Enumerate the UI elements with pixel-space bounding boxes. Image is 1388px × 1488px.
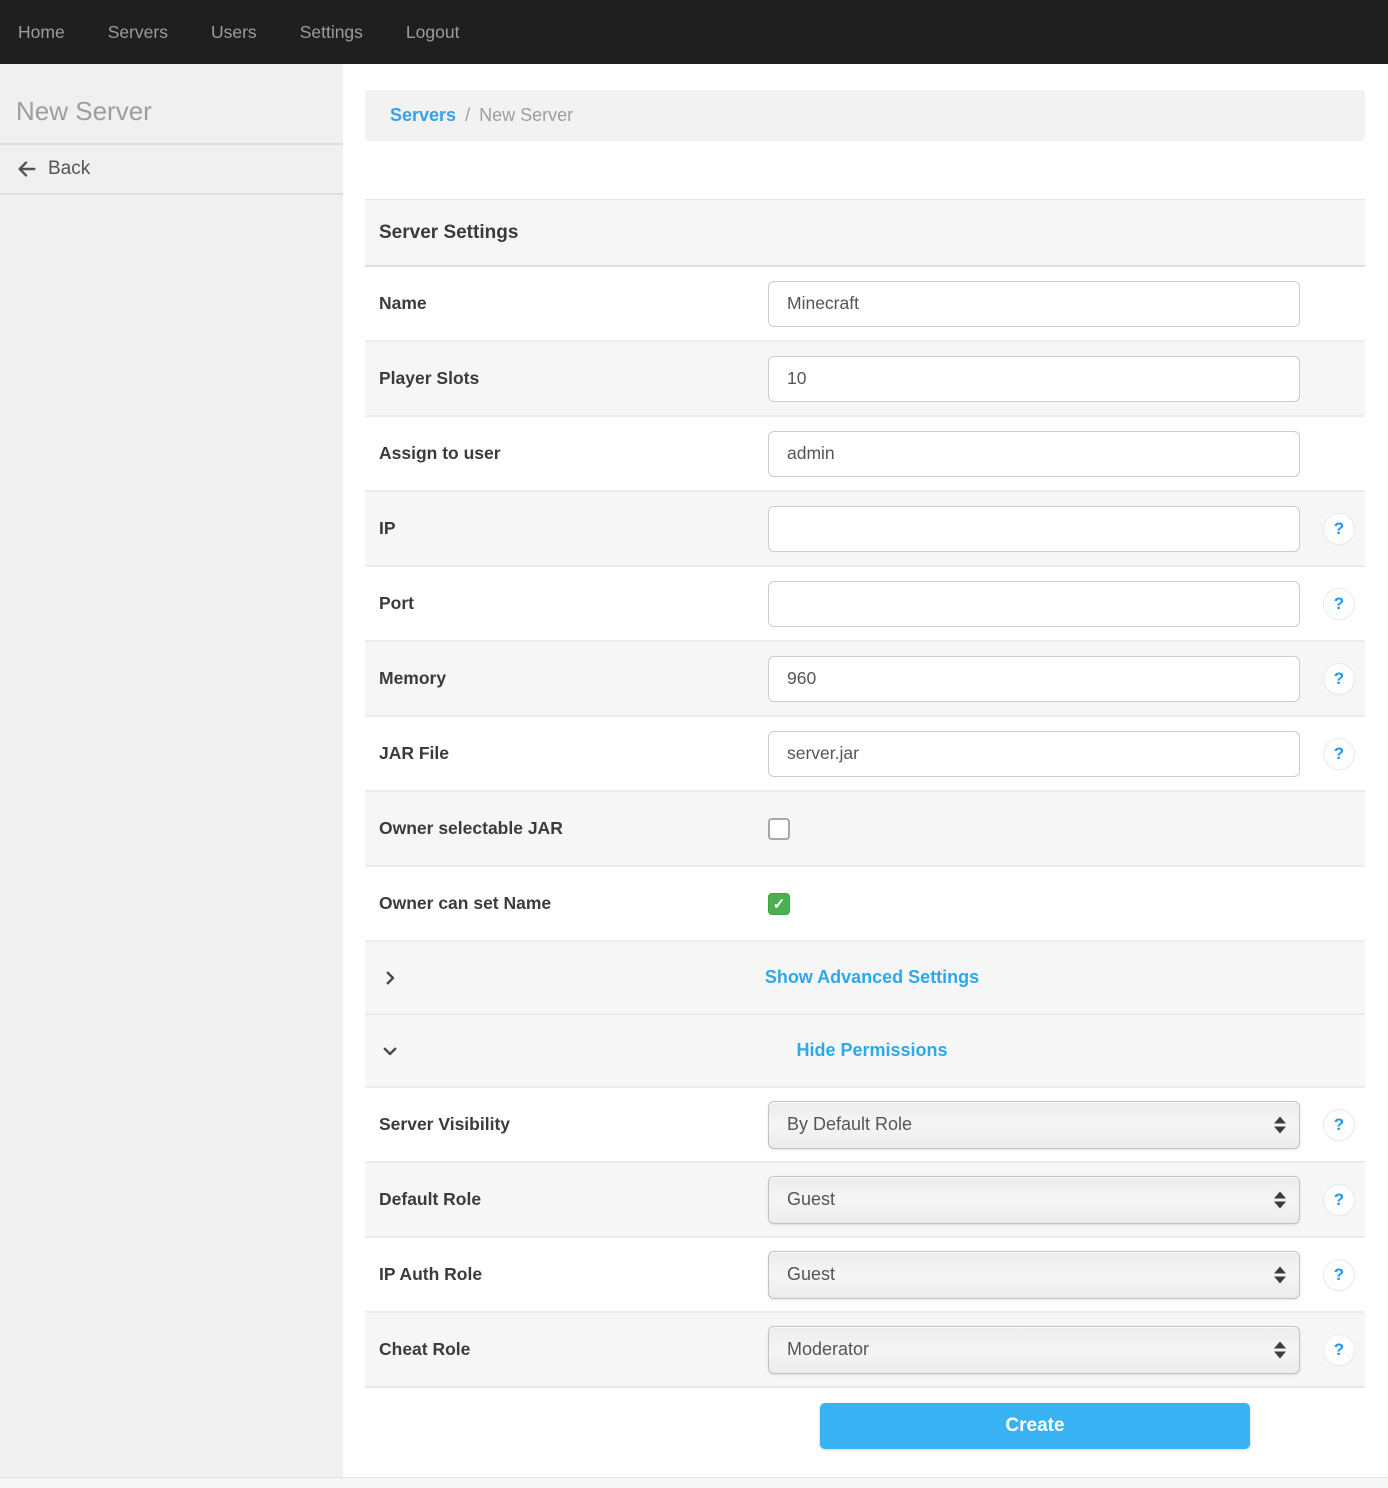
- nav-item-logout[interactable]: Logout: [406, 22, 460, 43]
- form-row-ip-auth-role: IP Auth Role Guest ?: [365, 1238, 1365, 1313]
- ip-input[interactable]: [768, 506, 1300, 552]
- create-button-row: Create: [365, 1403, 1365, 1449]
- owner-can-set-name-label: Owner can set Name: [379, 893, 768, 914]
- back-label: Back: [48, 158, 90, 180]
- nav-item-home[interactable]: Home: [18, 22, 65, 43]
- port-help-icon[interactable]: ?: [1324, 589, 1354, 619]
- form-row-port: Port ?: [365, 567, 1365, 642]
- form-row-owner-selectable-jar: Owner selectable JAR: [365, 792, 1365, 867]
- server-visibility-select[interactable]: By Default Role: [768, 1101, 1300, 1149]
- form-row-memory: Memory ?: [365, 642, 1365, 717]
- form-row-player-slots: Player Slots: [365, 342, 1365, 417]
- nav-item-users[interactable]: Users: [211, 22, 257, 43]
- arrow-left-icon: [16, 158, 38, 180]
- breadcrumb: Servers / New Server: [365, 90, 1365, 141]
- select-arrows-icon: [1274, 1266, 1286, 1283]
- ip-auth-role-selected-value: Guest: [787, 1264, 835, 1285]
- ip-auth-role-select[interactable]: Guest: [768, 1251, 1300, 1299]
- hide-permissions-link[interactable]: Hide Permissions: [796, 1040, 947, 1061]
- ip-auth-role-help-icon[interactable]: ?: [1324, 1260, 1354, 1290]
- select-arrows-icon: [1274, 1191, 1286, 1208]
- server-visibility-help-icon[interactable]: ?: [1324, 1110, 1354, 1140]
- chevron-right-icon: [381, 969, 399, 987]
- main-content: Servers / New Server Server Settings Nam…: [365, 64, 1365, 1449]
- breadcrumb-current: New Server: [479, 105, 573, 126]
- cheat-role-selected-value: Moderator: [787, 1339, 869, 1360]
- form-row-hide-permissions: Hide Permissions: [365, 1015, 1365, 1088]
- jar-file-input[interactable]: [768, 731, 1300, 777]
- form-row-name: Name: [365, 267, 1365, 342]
- cheat-role-select[interactable]: Moderator: [768, 1326, 1300, 1374]
- back-button[interactable]: Back: [0, 145, 343, 195]
- create-button[interactable]: Create: [820, 1403, 1250, 1449]
- page-title: New Server: [0, 64, 343, 145]
- form-section-header: Server Settings: [365, 200, 1365, 267]
- assign-to-user-label: Assign to user: [379, 443, 768, 464]
- form-row-jar-file: JAR File ?: [365, 717, 1365, 792]
- name-input[interactable]: [768, 281, 1300, 327]
- breadcrumb-servers-link[interactable]: Servers: [390, 105, 456, 126]
- default-role-help-icon[interactable]: ?: [1324, 1185, 1354, 1215]
- default-role-select[interactable]: Guest: [768, 1176, 1300, 1224]
- memory-input[interactable]: [768, 656, 1300, 702]
- form-row-owner-can-set-name: Owner can set Name ✓: [365, 867, 1365, 942]
- cheat-role-label: Cheat Role: [379, 1339, 768, 1360]
- check-icon: ✓: [773, 895, 786, 913]
- player-slots-label: Player Slots: [379, 368, 768, 389]
- ip-help-icon[interactable]: ?: [1324, 514, 1354, 544]
- select-arrows-icon: [1274, 1116, 1286, 1133]
- name-label: Name: [379, 293, 768, 314]
- select-arrows-icon: [1274, 1341, 1286, 1358]
- owner-selectable-jar-checkbox[interactable]: [768, 818, 790, 840]
- ip-label: IP: [379, 518, 768, 539]
- owner-selectable-jar-label: Owner selectable JAR: [379, 818, 768, 839]
- form-row-server-visibility: Server Visibility By Default Role ?: [365, 1088, 1365, 1163]
- port-input[interactable]: [768, 581, 1300, 627]
- sidebar: New Server Back: [0, 64, 343, 1477]
- form-row-cheat-role: Cheat Role Moderator ?: [365, 1313, 1365, 1388]
- form-row-ip: IP ?: [365, 492, 1365, 567]
- memory-help-icon[interactable]: ?: [1324, 664, 1354, 694]
- memory-label: Memory: [379, 668, 768, 689]
- chevron-down-icon: [381, 1042, 399, 1060]
- show-advanced-settings-link[interactable]: Show Advanced Settings: [765, 967, 979, 988]
- form-row-default-role: Default Role Guest ?: [365, 1163, 1365, 1238]
- server-visibility-selected-value: By Default Role: [787, 1114, 912, 1135]
- breadcrumb-separator: /: [465, 105, 470, 126]
- server-settings-form: Server Settings Name Player Slots Assign…: [365, 199, 1365, 1388]
- jar-file-help-icon[interactable]: ?: [1324, 739, 1354, 769]
- player-slots-input[interactable]: [768, 356, 1300, 402]
- server-visibility-label: Server Visibility: [379, 1114, 768, 1135]
- jar-file-label: JAR File: [379, 743, 768, 764]
- form-row-show-advanced: Show Advanced Settings: [365, 942, 1365, 1015]
- nav-item-settings[interactable]: Settings: [300, 22, 363, 43]
- default-role-label: Default Role: [379, 1189, 768, 1210]
- owner-can-set-name-checkbox[interactable]: ✓: [768, 893, 790, 915]
- top-navbar: Home Servers Users Settings Logout: [0, 0, 1388, 64]
- default-role-selected-value: Guest: [787, 1189, 835, 1210]
- form-row-assign-to-user: Assign to user: [365, 417, 1365, 492]
- ip-auth-role-label: IP Auth Role: [379, 1264, 768, 1285]
- section-title: Server Settings: [379, 222, 518, 244]
- cheat-role-help-icon[interactable]: ?: [1324, 1335, 1354, 1365]
- port-label: Port: [379, 593, 768, 614]
- footer-strip: [0, 1477, 1388, 1488]
- assign-to-user-input[interactable]: [768, 431, 1300, 477]
- nav-item-servers[interactable]: Servers: [108, 22, 168, 43]
